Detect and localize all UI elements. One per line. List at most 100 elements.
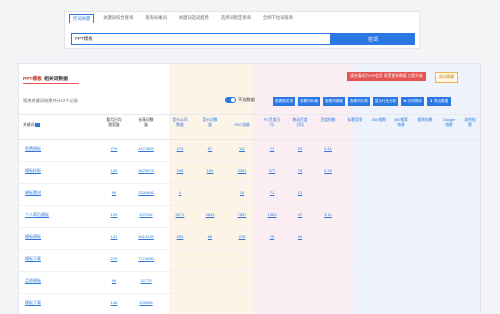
row-value[interactable]: 141 xyxy=(105,234,123,239)
row-value[interactable]: - xyxy=(417,190,433,195)
row-value[interactable]: 32775 xyxy=(137,278,155,283)
row-value[interactable]: 3351 xyxy=(231,168,253,173)
row-value[interactable]: 248 xyxy=(171,168,189,173)
row-value[interactable]: - xyxy=(417,146,433,151)
row-keyword[interactable]: 个人简历模板 xyxy=(25,212,49,218)
row-value[interactable]: - xyxy=(371,168,387,173)
row-value[interactable]: - xyxy=(393,234,409,239)
action-industry[interactable]: 显示行业分析 xyxy=(372,97,399,106)
row-value[interactable]: 4477805 xyxy=(137,146,155,151)
row-value[interactable]: - xyxy=(347,212,363,217)
row-value[interactable]: - xyxy=(319,234,337,239)
row-value[interactable]: 148 xyxy=(105,300,123,305)
action-related[interactable]: 查看相关词 xyxy=(273,97,295,106)
action-price[interactable]: 查看词价格 xyxy=(297,97,320,106)
row-value[interactable]: 253 xyxy=(171,234,189,239)
row-value[interactable]: 159 xyxy=(201,168,219,173)
header-10[interactable]: 360指数 xyxy=(371,118,387,123)
tab-3[interactable]: 关键词选词趋势 xyxy=(176,14,212,23)
header-5[interactable]: SEO流量 xyxy=(231,123,253,128)
warning-badge[interactable]: 请充值成为VIP会员 享受更多数据 立即升级 xyxy=(347,72,426,81)
row-value[interactable]: 3.41 xyxy=(319,146,337,151)
header-4[interactable]: 竞价词数量 xyxy=(201,118,219,128)
row-value[interactable]: - xyxy=(393,146,409,151)
row-value[interactable]: 71 xyxy=(263,146,281,151)
header-7[interactable]: 移动百度日均 xyxy=(291,118,309,128)
row-value[interactable]: - xyxy=(319,190,337,195)
search-button[interactable]: 挖词 xyxy=(331,33,415,45)
row-value[interactable]: 25 xyxy=(291,146,309,151)
action-sort[interactable]: ⇆ 分词排序 xyxy=(401,97,424,106)
row-value[interactable]: 111 xyxy=(231,146,253,151)
row-value[interactable]: 109528 xyxy=(137,300,155,305)
row-value[interactable]: 139 xyxy=(105,168,123,173)
row-value[interactable]: 279 xyxy=(105,146,123,151)
row-value[interactable]: - xyxy=(371,212,387,217)
header-11[interactable]: 360搜索结果 xyxy=(393,118,409,128)
row-value[interactable]: 3675973 xyxy=(137,168,155,173)
favorite-button[interactable]: 选词收藏 xyxy=(435,72,459,83)
row-value[interactable]: - xyxy=(463,212,477,217)
row-value[interactable]: 225 xyxy=(231,234,253,239)
row-keyword[interactable]: 模板样板 xyxy=(25,168,41,174)
row-value[interactable]: 96 xyxy=(105,278,123,283)
tab-1[interactable]: 关键词综合查询 xyxy=(100,14,136,23)
row-value[interactable]: 5071 xyxy=(171,212,189,217)
row-value[interactable]: - xyxy=(441,168,457,173)
header-6[interactable]: PC百度日均 xyxy=(263,118,281,128)
action-search[interactable]: 查看词搜索 xyxy=(322,97,345,106)
row-value[interactable]: - xyxy=(441,190,457,195)
row-value[interactable]: 2339806 xyxy=(137,190,155,195)
row-value[interactable]: - xyxy=(463,168,477,173)
toggle-switch[interactable] xyxy=(225,97,236,103)
row-keyword[interactable]: 模板下载 xyxy=(25,300,41,306)
row-value[interactable]: 21 xyxy=(291,190,309,195)
row-value[interactable]: - xyxy=(441,212,457,217)
row-value[interactable]: 1983 xyxy=(263,212,281,217)
row-value[interactable]: - xyxy=(201,190,219,195)
row-value[interactable]: 47 xyxy=(291,212,309,217)
row-value[interactable]: - xyxy=(393,212,409,217)
row-value[interactable]: - xyxy=(463,190,477,195)
header-1[interactable]: 整月日均搜索量 xyxy=(105,118,123,128)
row-keyword[interactable]: 模板下载 xyxy=(25,256,41,262)
header-12[interactable]: 搜狗指数 xyxy=(417,118,433,123)
header-8[interactable]: 百度指数 xyxy=(319,118,337,123)
row-value[interactable]: 15 xyxy=(231,190,253,195)
tab-4[interactable]: 选择词稳定查询 xyxy=(218,14,254,23)
header-9[interactable]: 标题竞争 xyxy=(347,118,363,123)
row-value[interactable]: 276 xyxy=(171,146,189,151)
row-value[interactable]: 4 xyxy=(171,190,189,195)
row-value[interactable]: - xyxy=(417,234,433,239)
row-value[interactable]: - xyxy=(347,146,363,151)
header-14[interactable]: 其他指数 xyxy=(463,118,477,128)
row-value[interactable]: - xyxy=(417,212,433,217)
row-value[interactable]: - xyxy=(347,190,363,195)
row-value[interactable]: 4613132 xyxy=(137,234,155,239)
header-13[interactable]: Google指数 xyxy=(441,118,457,128)
row-value[interactable]: - xyxy=(371,146,387,151)
row-value[interactable]: 75 xyxy=(263,234,281,239)
row-value[interactable]: 0.78 xyxy=(319,168,337,173)
row-value[interactable]: - xyxy=(441,234,457,239)
row-value[interactable]: - xyxy=(393,168,409,173)
row-value[interactable]: 71 xyxy=(263,190,281,195)
row-value[interactable]: - xyxy=(347,234,363,239)
row-value[interactable]: - xyxy=(463,146,477,151)
row-value[interactable]: - xyxy=(417,168,433,173)
row-value[interactable]: 7587 xyxy=(231,212,253,217)
header-2[interactable]: 长尾词数量 xyxy=(137,118,155,128)
search-input[interactable] xyxy=(71,33,331,45)
row-value[interactable]: - xyxy=(463,234,477,239)
row-value[interactable]: - xyxy=(347,168,363,173)
row-value[interactable]: 57 xyxy=(201,146,219,151)
tab-0[interactable]: 挖词关键 xyxy=(69,14,95,23)
row-value[interactable]: - xyxy=(371,190,387,195)
row-value[interactable]: 129 xyxy=(105,212,123,217)
row-keyword[interactable]: 模板素材 xyxy=(25,190,41,196)
row-keyword[interactable]: 品质模板 xyxy=(25,278,41,284)
tab-2[interactable]: 查询长尾词 xyxy=(142,14,169,23)
action-longtail[interactable]: 查看词长尾 xyxy=(347,97,370,106)
tab-5[interactable]: 全网下拉词查询 xyxy=(260,14,296,23)
row-value[interactable]: 107264 xyxy=(137,212,155,217)
